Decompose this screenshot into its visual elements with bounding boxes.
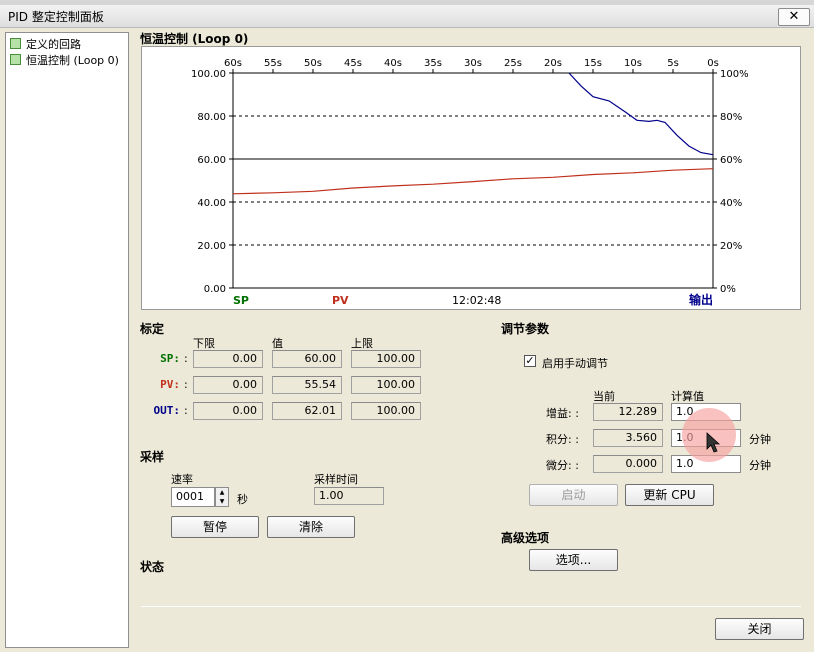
window-close-button[interactable]: ✕: [778, 8, 810, 26]
loop-folder-icon: [10, 38, 21, 49]
x-tick-label: 60s: [224, 58, 242, 69]
calibration-heading: 标定: [140, 322, 165, 336]
calibration-val-field: 62.01: [272, 402, 342, 420]
manual-tuning-label: 启用手动调节: [542, 357, 608, 370]
options-button[interactable]: 选项...: [529, 549, 618, 571]
clear-button[interactable]: 清除: [267, 516, 355, 538]
loop-icon: [10, 54, 21, 65]
tuning-row-label: 积分: :: [546, 433, 579, 446]
left-tick-label: 100.00: [191, 69, 226, 80]
legend-sp: SP: [233, 294, 249, 307]
col-header-calculated: 计算值: [671, 390, 704, 403]
rate-input[interactable]: 0001: [171, 487, 215, 507]
calibration-row-colon: :: [184, 352, 188, 365]
x-tick-label: 40s: [384, 58, 402, 69]
calibration-row-colon: :: [184, 404, 188, 417]
calibration-row-colon: :: [184, 378, 188, 391]
pause-button[interactable]: 暂停: [171, 516, 259, 538]
sample-time-label: 采样时间: [314, 473, 358, 486]
x-tick-label: 15s: [584, 58, 602, 69]
calibration-high-field: 100.00: [351, 376, 421, 394]
calibration-low-field: 0.00: [193, 402, 263, 420]
status-heading: 状态: [140, 560, 165, 574]
left-tick-label: 40.00: [197, 198, 226, 209]
calibration-val-field: 55.54: [272, 376, 342, 394]
right-tick-label: 80%: [720, 112, 742, 123]
tree-item-defined-loops[interactable]: 定义的回路: [10, 36, 81, 52]
tree-item-label: 定义的回路: [26, 38, 81, 51]
x-tick-label: 35s: [424, 58, 442, 69]
window-title: PID 整定控制面板: [8, 10, 104, 24]
x-tick-label: 30s: [464, 58, 482, 69]
calibration-row-label: OUT:: [153, 404, 181, 417]
left-tick-label: 0.00: [204, 284, 226, 295]
spin-down-icon[interactable]: ▼: [216, 497, 228, 506]
close-button[interactable]: 关闭: [715, 618, 804, 640]
calibration-high-field: 100.00: [351, 402, 421, 420]
calibration-val-field: 60.00: [272, 350, 342, 368]
rate-spinner[interactable]: ▲ ▼: [215, 487, 229, 507]
tuning-current-field: 12.289: [593, 403, 663, 421]
calibration-low-field: 0.00: [193, 376, 263, 394]
trend-chart: 100.00 100% 80.00 80% 60.00 60% 40.00 40% 20.00 2…: [141, 46, 801, 310]
col-header-current: 当前: [593, 390, 615, 403]
tuning-row-label: 增益: :: [546, 407, 579, 420]
tuning-unit-label: 分钟: [749, 459, 771, 472]
x-tick-label: 5s: [667, 58, 679, 69]
right-tick-label: 0%: [720, 284, 736, 295]
legend-output: 输出: [689, 292, 713, 307]
loop-tree[interactable]: 定义的回路 恒温控制 (Loop 0): [5, 32, 129, 648]
tree-item-label: 恒温控制 (Loop 0): [26, 54, 119, 67]
tuning-unit-label: 分钟: [749, 433, 771, 446]
col-header-value: 值: [272, 337, 283, 350]
right-tick-label: 60%: [720, 155, 742, 166]
right-tick-label: 100%: [720, 69, 749, 80]
left-tick-label: 60.00: [197, 155, 226, 166]
legend-pv: PV: [332, 294, 349, 307]
rate-unit: 秒: [237, 493, 248, 506]
footer-divider: [141, 606, 801, 607]
start-button[interactable]: 启动: [529, 484, 618, 506]
x-tick-label: 50s: [304, 58, 322, 69]
col-header-high: 上限: [351, 337, 373, 350]
x-tick-label: 20s: [544, 58, 562, 69]
mouse-pointer-icon: [706, 432, 721, 453]
tree-item-loop-0[interactable]: 恒温控制 (Loop 0): [10, 52, 119, 68]
x-tick-label: 25s: [504, 58, 522, 69]
x-tick-label: 45s: [344, 58, 362, 69]
right-tick-label: 40%: [720, 198, 742, 209]
left-tick-label: 80.00: [197, 112, 226, 123]
plot-area: [232, 72, 714, 289]
col-header-low: 下限: [193, 337, 215, 350]
rate-label: 速率: [171, 473, 193, 486]
sample-time-field: 1.00: [314, 487, 384, 505]
update-cpu-button[interactable]: 更新 CPU: [625, 484, 714, 506]
x-tick-label: 55s: [264, 58, 282, 69]
calibration-low-field: 0.00: [193, 350, 263, 368]
trend-chart-svg: 100.00 100% 80.00 80% 60.00 60% 40.00 40% 20.00 2…: [191, 58, 749, 307]
x-tick-label: 10s: [624, 58, 642, 69]
chart-title: 恒温控制 (Loop 0): [140, 32, 249, 46]
sampling-heading: 采样: [140, 450, 165, 464]
tuning-heading: 调节参数: [501, 322, 550, 336]
x-tick-label: 0s: [707, 58, 719, 69]
manual-tuning-checkbox[interactable]: ✓: [524, 355, 536, 367]
tuning-row-label: 微分: :: [546, 459, 579, 472]
calibration-high-field: 100.00: [351, 350, 421, 368]
left-tick-label: 20.00: [197, 241, 226, 252]
advanced-heading: 高级选项: [501, 531, 550, 545]
right-tick-label: 20%: [720, 241, 742, 252]
calibration-row-label: PV:: [160, 378, 180, 391]
background-window-strip: [0, 0, 814, 5]
tuning-current-field: 0.000: [593, 455, 663, 473]
tuning-current-field: 3.560: [593, 429, 663, 447]
calibration-row-label: SP:: [160, 352, 180, 365]
legend-time: 12:02:48: [452, 294, 501, 307]
spin-up-icon[interactable]: ▲: [216, 488, 228, 497]
